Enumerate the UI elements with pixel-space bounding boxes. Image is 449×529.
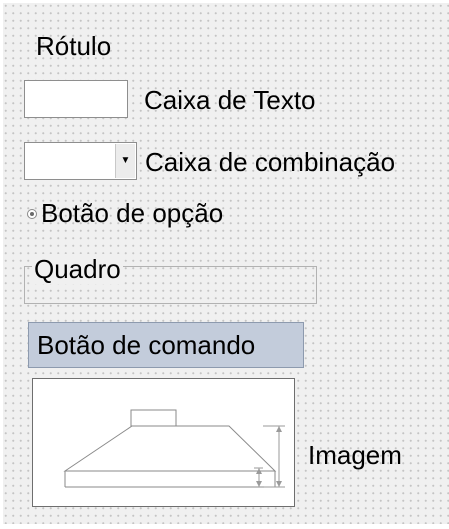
option-radio-icon[interactable] — [27, 209, 37, 219]
command-button[interactable]: Botão de comando — [28, 322, 304, 368]
canvas-left-edge — [0, 0, 3, 529]
image-label: Imagem — [308, 440, 402, 470]
canvas-top-edge — [0, 0, 449, 3]
option-button-label[interactable]: Botão de opção — [41, 198, 223, 228]
frame-caption: Quadro — [32, 254, 123, 284]
image-control[interactable] — [32, 378, 295, 507]
technical-drawing-icon — [63, 409, 285, 488]
text-box-label: Caixa de Texto — [144, 85, 316, 115]
combo-box-label: Caixa de combinação — [145, 147, 396, 177]
label-control[interactable]: Rótulo — [36, 31, 111, 61]
combo-box[interactable]: ▼ — [24, 142, 137, 180]
canvas-bottom-edge — [0, 524, 449, 529]
dropdown-arrow-icon[interactable]: ▼ — [115, 144, 135, 178]
text-box-input[interactable] — [24, 80, 128, 118]
